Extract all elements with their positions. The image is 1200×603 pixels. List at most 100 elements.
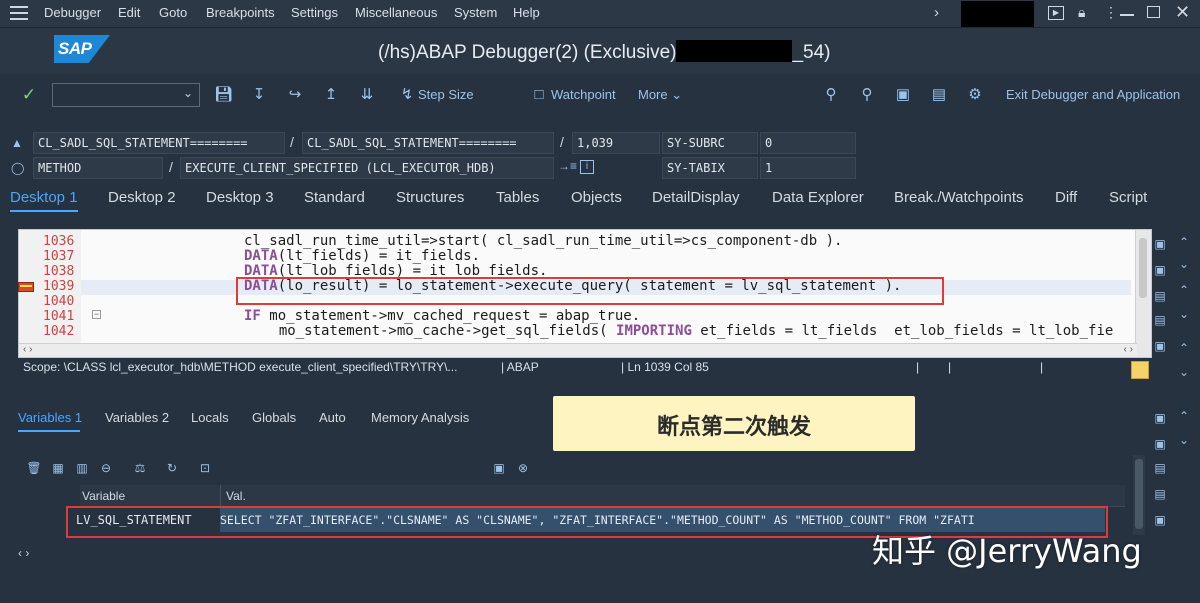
sy-subrc-label: SY-SUBRC (662, 132, 758, 154)
search-next-icon[interactable]: ⚲ (858, 86, 876, 104)
tab-desktop-2[interactable]: Desktop 2 (108, 189, 176, 206)
include-field[interactable]: CL_SADL_SQL_STATEMENT======== (302, 132, 554, 154)
tab-globals[interactable]: Globals (252, 410, 296, 425)
variables-table-header: Variable Val. (80, 485, 1125, 507)
code-line: IF mo_statement->mv_cached_request = aba… (244, 308, 641, 324)
return-icon[interactable]: ↥ (322, 86, 340, 104)
lock-icon[interactable]: 🔒︎ (1078, 4, 1085, 21)
event-type-field[interactable]: METHOD (33, 157, 163, 179)
grid-outline-icon[interactable]: ▥ (74, 460, 90, 476)
step-size-button[interactable]: Step Size (418, 87, 474, 102)
scroll-up-icon[interactable]: ⌃ (1176, 408, 1192, 424)
watchpoint-icon[interactable]: □ (530, 86, 548, 104)
tab-variables-1[interactable]: Variables 1 (18, 410, 82, 425)
close-icon[interactable]: ✕ (1175, 2, 1190, 23)
continue-icon[interactable]: ⇊ (358, 86, 376, 104)
menu-edit[interactable]: Edit (118, 5, 140, 20)
tab-desktop-3[interactable]: Desktop 3 (206, 189, 274, 206)
menu-miscellaneous[interactable]: Miscellaneous (355, 5, 437, 20)
command-field[interactable]: ⌄ (52, 83, 200, 107)
variables-vertical-scrollbar[interactable] (1133, 455, 1145, 535)
panel-tool-icon[interactable]: ▣ (1152, 436, 1168, 452)
balance-icon[interactable]: ⚖ (132, 460, 148, 476)
chevron-down-icon[interactable]: ⌄ (183, 86, 193, 100)
scroll-left-right-icon[interactable]: ‹ › (18, 546, 29, 560)
menu-goto[interactable]: Goto (159, 5, 187, 20)
tab-memory-analysis[interactable]: Memory Analysis (371, 410, 469, 425)
collapse-icon[interactable]: − (92, 310, 101, 319)
editor-tool-icon[interactable]: ▣ (1152, 262, 1168, 278)
watchpoint-button[interactable]: Watchpoint (551, 87, 616, 102)
menu-settings[interactable]: Settings (291, 5, 338, 20)
scroll-down-icon[interactable]: ⌄ (1176, 364, 1192, 380)
event-name-field[interactable]: EXECUTE_CLIENT_SPECIFIED (LCL_EXECUTOR_H… (180, 157, 554, 179)
scroll-down-icon[interactable]: ⌄ (1176, 306, 1192, 322)
settings-icon[interactable]: ⚙ (966, 86, 984, 104)
editor-tool-icon[interactable]: ▤ (1152, 288, 1168, 304)
menu-system[interactable]: System (454, 5, 497, 20)
step-size-icon[interactable]: ↯ (398, 86, 416, 104)
save-icon[interactable]: 💾︎ (214, 86, 233, 104)
notes-icon[interactable] (1131, 361, 1149, 379)
editor-tool-icon[interactable]: ▤ (1152, 312, 1168, 328)
scroll-up-icon[interactable]: ⌃ (1176, 340, 1192, 356)
single-step-icon[interactable]: ↧ (250, 86, 268, 104)
tab-auto[interactable]: Auto (319, 410, 346, 425)
remove-icon[interactable]: ⊖ (98, 460, 114, 476)
menu-breakpoints[interactable]: Breakpoints (206, 5, 275, 20)
tab-tables[interactable]: Tables (496, 189, 539, 206)
hamburger-menu-icon[interactable] (10, 6, 28, 20)
scroll-down-icon[interactable]: ⌄ (1176, 256, 1192, 272)
program-field[interactable]: CL_SADL_SQL_STATEMENT======== (33, 132, 285, 154)
tab-data-explorer[interactable]: Data Explorer (772, 189, 864, 206)
editor-tool-icon[interactable]: ▣ (1152, 338, 1168, 354)
minimize-icon[interactable] (1120, 14, 1134, 16)
session-icon[interactable]: ▤ (930, 86, 948, 104)
import-icon[interactable]: ⊡ (197, 460, 213, 476)
checkmark-icon[interactable]: ✓ (20, 86, 38, 104)
editor-vertical-scrollbar[interactable] (1135, 230, 1151, 357)
tab-diff[interactable]: Diff (1055, 189, 1077, 206)
tab-script[interactable]: Script (1109, 189, 1147, 206)
panel-tool-icon[interactable]: ▣ (1152, 512, 1168, 528)
tab-detaildisplay[interactable]: DetailDisplay (652, 189, 740, 206)
delete-icon[interactable]: 🗑︎ (26, 460, 42, 476)
tab-standard[interactable]: Standard (304, 189, 365, 206)
more-button[interactable]: More ⌄ (638, 87, 682, 103)
menu-help[interactable]: Help (513, 5, 540, 20)
new-window-icon[interactable]: ▣ (894, 86, 912, 104)
grid-icon[interactable]: ▦ (50, 460, 66, 476)
goto-source-icon[interactable]: →≡ (558, 159, 577, 173)
panel-tool-icon[interactable]: ▤ (1152, 486, 1168, 502)
tab-objects[interactable]: Objects (571, 189, 622, 206)
exit-debugger-button[interactable]: Exit Debugger and Application (1006, 87, 1180, 102)
cancel-icon[interactable]: ⊗ (515, 460, 531, 476)
column-header-value[interactable]: Val. (226, 489, 246, 503)
line-field[interactable]: 1,039 (572, 132, 660, 154)
save-icon[interactable]: ▣ (491, 460, 507, 476)
column-header-variable[interactable]: Variable (82, 489, 125, 503)
play-icon[interactable]: ▶ (1048, 6, 1064, 20)
breakpoint-marker-icon[interactable] (18, 281, 36, 293)
search-icon[interactable]: ⚲ (822, 86, 840, 104)
scroll-up-icon[interactable]: ⌃ (1176, 234, 1192, 250)
editor-horizontal-scrollbar[interactable]: ‹ › ‹ › (19, 343, 1137, 357)
share-icon[interactable]: ↻ (164, 460, 180, 476)
tab-locals[interactable]: Locals (191, 410, 229, 425)
tab-desktop-1[interactable]: Desktop 1 (10, 189, 78, 206)
execute-icon[interactable]: ↪ (286, 86, 304, 104)
separator-slash: / (560, 134, 564, 150)
restore-icon[interactable] (1147, 6, 1160, 18)
info-icon[interactable]: i (580, 160, 594, 174)
tab-break-watchpoints[interactable]: Break./Watchpoints (894, 189, 1024, 206)
chevron-right-icon[interactable]: › (934, 4, 939, 21)
editor-tool-icon[interactable]: ▣ (1152, 236, 1168, 252)
more-icon[interactable]: ⋮ (1104, 4, 1118, 21)
scroll-down-icon[interactable]: ⌄ (1176, 432, 1192, 448)
menu-debugger[interactable]: Debugger (44, 5, 101, 20)
panel-tool-icon[interactable]: ▣ (1152, 410, 1168, 426)
scroll-up-icon[interactable]: ⌃ (1176, 282, 1192, 298)
tab-variables-2[interactable]: Variables 2 (105, 410, 169, 425)
panel-tool-icon[interactable]: ▤ (1152, 460, 1168, 476)
tab-structures[interactable]: Structures (396, 189, 464, 206)
